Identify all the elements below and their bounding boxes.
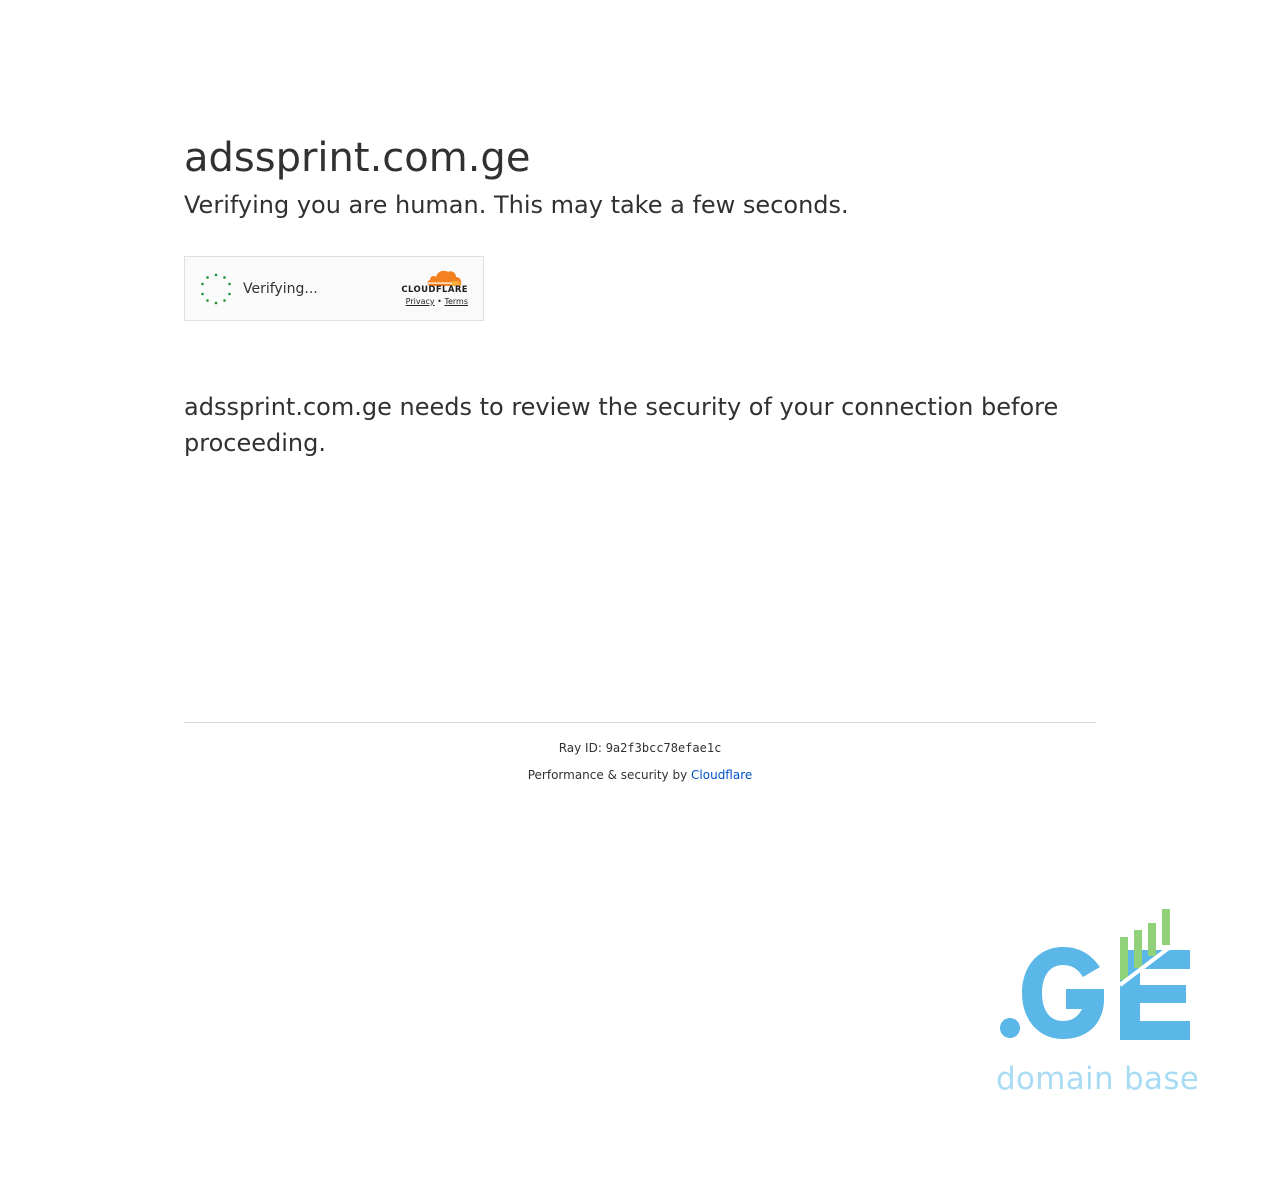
cloudflare-link[interactable]: Cloudflare: [691, 768, 752, 782]
turnstile-widget[interactable]: Verifying... CLOUDFLARE Privacy • Terms: [184, 256, 484, 321]
cloudflare-brand: CLOUDFLARE Privacy • Terms: [388, 268, 468, 310]
ray-id-value: 9a2f3bcc78efae1c: [605, 741, 722, 755]
performance-text: Performance & security by: [527, 768, 688, 782]
terms-link[interactable]: Terms: [444, 297, 468, 306]
ray-id-label: Ray ID:: [558, 741, 602, 755]
page-title: adssprint.com.ge: [184, 135, 531, 181]
ge-logo-tagline: domain base: [996, 1061, 1200, 1097]
security-description: adssprint.com.ge needs to review the sec…: [184, 393, 1059, 457]
link-separator: •: [437, 297, 442, 306]
spinner-icon: [201, 273, 231, 305]
widget-links: Privacy • Terms: [388, 297, 468, 307]
verifying-status: Verifying...: [243, 281, 318, 297]
performance-row: Performance & security by Cloudflare: [184, 767, 1096, 783]
footer-divider: [184, 722, 1096, 723]
privacy-link[interactable]: Privacy: [406, 297, 435, 306]
page-subtitle: Verifying you are human. This may take a…: [184, 191, 849, 219]
ray-id-row: Ray ID: 9a2f3bcc78efae1c: [184, 740, 1096, 756]
cloudflare-wordmark: CLOUDFLARE: [401, 285, 468, 295]
